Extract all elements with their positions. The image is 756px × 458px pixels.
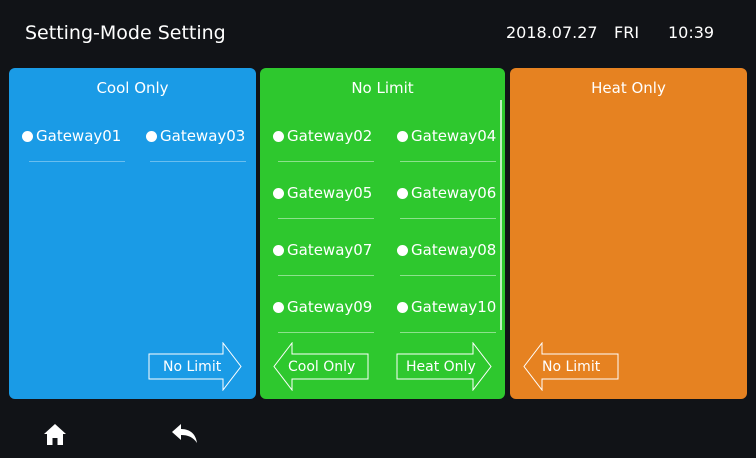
- move-to-heat-only-button[interactable]: Heat Only: [396, 342, 492, 391]
- radio-dot-icon: [273, 301, 284, 313]
- move-to-heat-only-label: Heat Only: [406, 358, 476, 375]
- header-bar: Setting-Mode Setting 2018.07.27 FRI 10:3…: [0, 0, 756, 66]
- gateway-label: Gateway10: [411, 298, 497, 316]
- divider: [278, 218, 374, 219]
- gateway-label: Gateway06: [411, 184, 497, 202]
- footer-bar: [0, 400, 756, 458]
- divider: [278, 161, 374, 162]
- gateway-label: Gateway04: [411, 127, 497, 145]
- heat-only-panel-title: Heat Only: [591, 79, 666, 97]
- radio-dot-icon: [273, 244, 284, 256]
- no-limit-panel-title: No Limit: [351, 79, 414, 97]
- divider: [400, 332, 496, 333]
- back-button[interactable]: [170, 422, 198, 444]
- radio-dot-icon: [22, 130, 33, 142]
- divider: [400, 275, 496, 276]
- radio-dot-icon: [397, 130, 408, 142]
- divider: [400, 161, 496, 162]
- gateway-label: Gateway02: [287, 127, 373, 145]
- gateway-item[interactable]: Gateway10: [397, 296, 496, 318]
- radio-dot-icon: [397, 187, 408, 199]
- home-icon: [44, 424, 66, 445]
- day-display: FRI: [614, 23, 640, 42]
- move-to-no-limit-button[interactable]: No Limit: [148, 342, 242, 391]
- gateway-item[interactable]: Gateway06: [397, 182, 496, 204]
- divider: [278, 332, 374, 333]
- page-title: Setting-Mode Setting: [25, 22, 226, 44]
- cool-only-panel: Cool Only Gateway01 Gateway03 No Limit: [9, 68, 256, 399]
- gateway-list-scrollbar[interactable]: [500, 100, 502, 330]
- move-to-no-limit-button[interactable]: No Limit: [523, 342, 619, 391]
- cool-only-panel-title: Cool Only: [96, 79, 169, 97]
- gateway-item[interactable]: Gateway09: [273, 296, 372, 318]
- divider: [150, 161, 246, 162]
- divider: [400, 218, 496, 219]
- gateway-item[interactable]: Gateway01: [22, 125, 121, 147]
- radio-dot-icon: [273, 187, 284, 199]
- date-display: 2018.07.27: [506, 23, 598, 42]
- gateway-label: Gateway03: [160, 127, 246, 145]
- time-display: 10:39: [668, 23, 715, 42]
- gateway-label: Gateway01: [36, 127, 122, 145]
- move-to-cool-only-button[interactable]: Cool Only: [273, 342, 369, 391]
- gateway-label: Gateway08: [411, 241, 497, 259]
- radio-dot-icon: [397, 301, 408, 313]
- home-button[interactable]: [42, 422, 68, 446]
- gateway-item[interactable]: Gateway02: [273, 125, 372, 147]
- divider: [29, 161, 125, 162]
- gateway-item[interactable]: Gateway08: [397, 239, 496, 261]
- no-limit-panel: No Limit Gateway02 Gateway04 Gateway05 G…: [260, 68, 505, 399]
- heat-only-panel: Heat Only No Limit: [510, 68, 747, 399]
- gateway-item[interactable]: Gateway07: [273, 239, 372, 261]
- gateway-label: Gateway09: [287, 298, 373, 316]
- move-to-no-limit-label: No Limit: [542, 358, 601, 375]
- divider: [278, 275, 374, 276]
- mode-panels: Cool Only Gateway01 Gateway03 No Limit N…: [0, 66, 756, 400]
- radio-dot-icon: [397, 244, 408, 256]
- gateway-item[interactable]: Gateway03: [146, 125, 245, 147]
- gateway-item[interactable]: Gateway05: [273, 182, 372, 204]
- move-to-cool-only-label: Cool Only: [288, 358, 356, 375]
- gateway-label: Gateway05: [287, 184, 373, 202]
- back-arrow-icon: [172, 424, 197, 443]
- gateway-label: Gateway07: [287, 241, 373, 259]
- radio-dot-icon: [146, 130, 157, 142]
- radio-dot-icon: [273, 130, 284, 142]
- move-to-no-limit-label: No Limit: [163, 358, 222, 375]
- gateway-item[interactable]: Gateway04: [397, 125, 496, 147]
